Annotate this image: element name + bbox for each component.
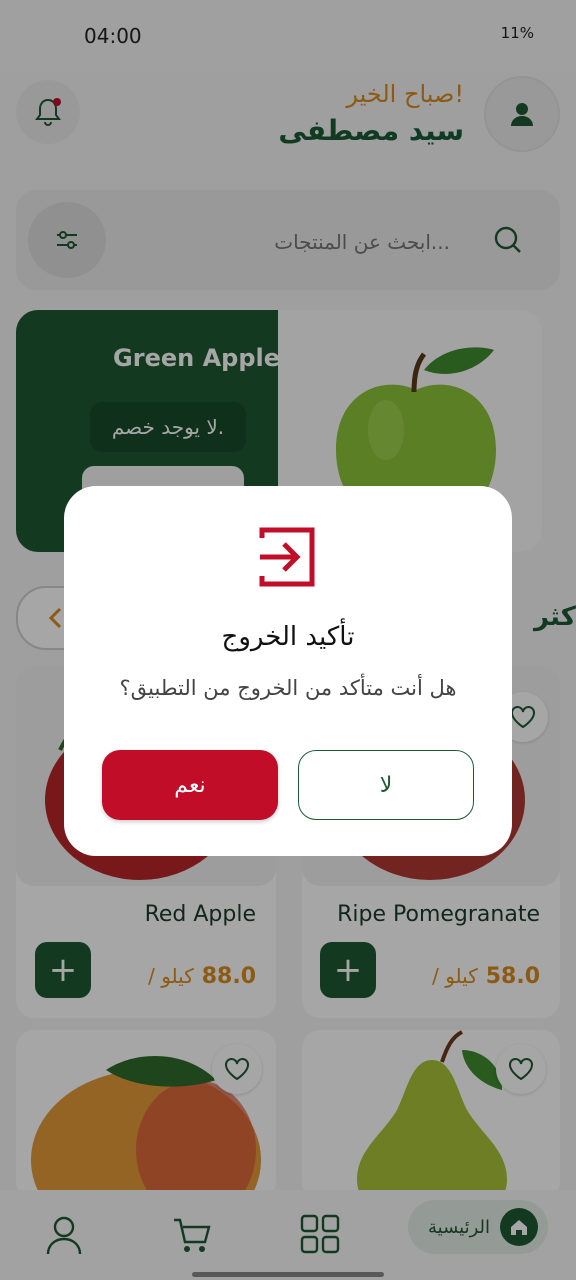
- dialog-title: تأكيد الخروج: [221, 622, 355, 652]
- dialog-message: هل أنت متأكد من الخروج من التطبيق؟: [119, 676, 457, 700]
- exit-icon: [259, 527, 315, 587]
- confirm-no-button[interactable]: لا: [298, 750, 474, 820]
- confirm-yes-button[interactable]: نعم: [102, 750, 278, 820]
